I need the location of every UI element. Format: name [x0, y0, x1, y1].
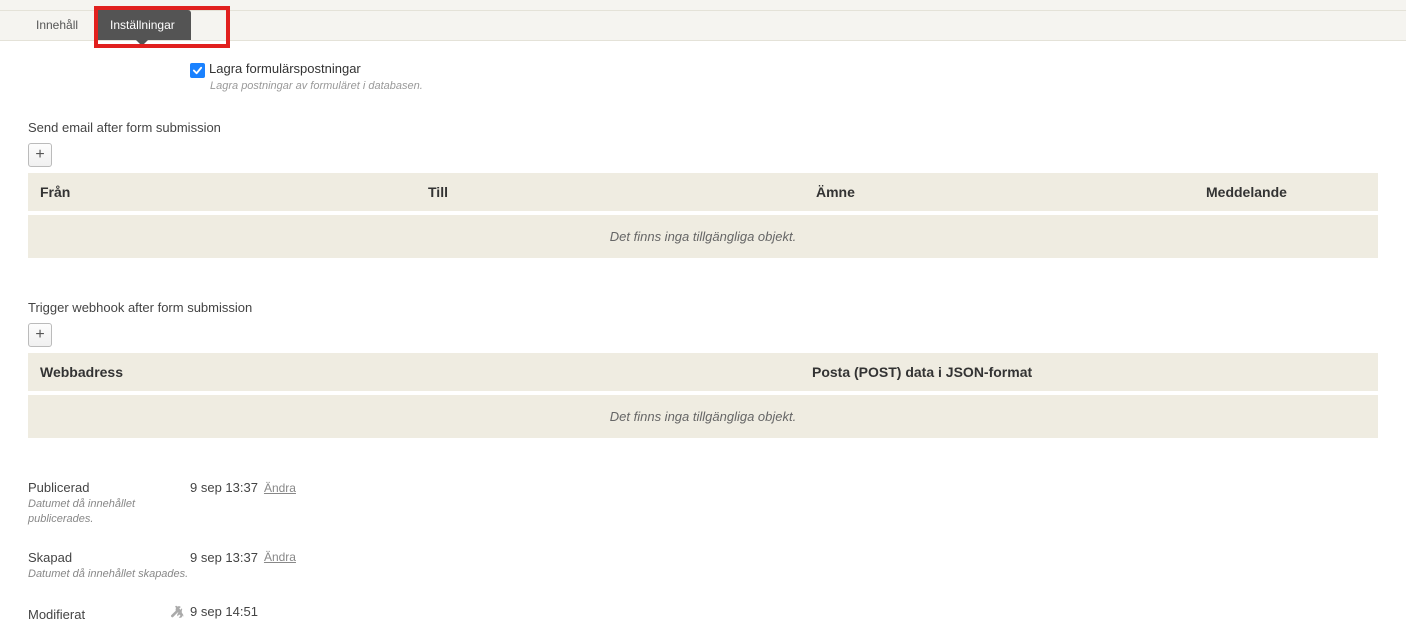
col-message: Meddelande	[1206, 184, 1366, 200]
check-icon	[192, 65, 203, 76]
webhook-grid-header: Webbadress Posta (POST) data i JSON-form…	[28, 353, 1378, 391]
store-submissions-checkbox[interactable]	[190, 63, 205, 78]
modified-label: Modifierat	[28, 607, 190, 622]
col-to: Till	[428, 184, 816, 200]
email-section-title: Send email after form submission	[28, 120, 1378, 135]
col-post: Posta (POST) data i JSON-format	[812, 364, 1366, 380]
add-webhook-button[interactable]: +	[28, 323, 52, 347]
webhook-section-title: Trigger webhook after form submission	[28, 300, 1378, 315]
plus-icon: +	[35, 326, 44, 344]
email-grid-empty: Det finns inga tillgängliga objekt.	[28, 215, 1378, 258]
created-desc: Datumet då innehållet skapades.	[28, 567, 190, 582]
published-value: 9 sep 13:37	[190, 480, 258, 495]
email-grid-header: Från Till Ämne Meddelande	[28, 173, 1378, 211]
created-change-link[interactable]: Ändra	[264, 550, 296, 564]
col-from: Från	[40, 184, 428, 200]
tab-bar: Innehåll Inställningar	[0, 11, 1406, 41]
add-email-button[interactable]: +	[28, 143, 52, 167]
wrench-icon	[170, 605, 184, 619]
col-url: Webbadress	[40, 364, 812, 380]
created-value: 9 sep 13:37	[190, 550, 258, 565]
published-desc: Datumet då innehållet publicerades.	[28, 497, 190, 528]
created-label: Skapad	[28, 550, 190, 565]
store-submissions-helper: Lagra postningar av formuläret i databas…	[210, 80, 1378, 92]
published-change-link[interactable]: Ändra	[264, 481, 296, 495]
tab-settings[interactable]: Inställningar	[94, 10, 191, 40]
published-label: Publicerad	[28, 480, 190, 495]
webhook-grid-empty: Det finns inga tillgängliga objekt.	[28, 395, 1378, 438]
tab-content[interactable]: Innehåll	[20, 10, 94, 40]
store-submissions-label: Lagra formulärspostningar	[209, 61, 361, 76]
modified-value: 9 sep 14:51	[190, 604, 258, 619]
col-subject: Ämne	[816, 184, 1206, 200]
plus-icon: +	[35, 146, 44, 164]
